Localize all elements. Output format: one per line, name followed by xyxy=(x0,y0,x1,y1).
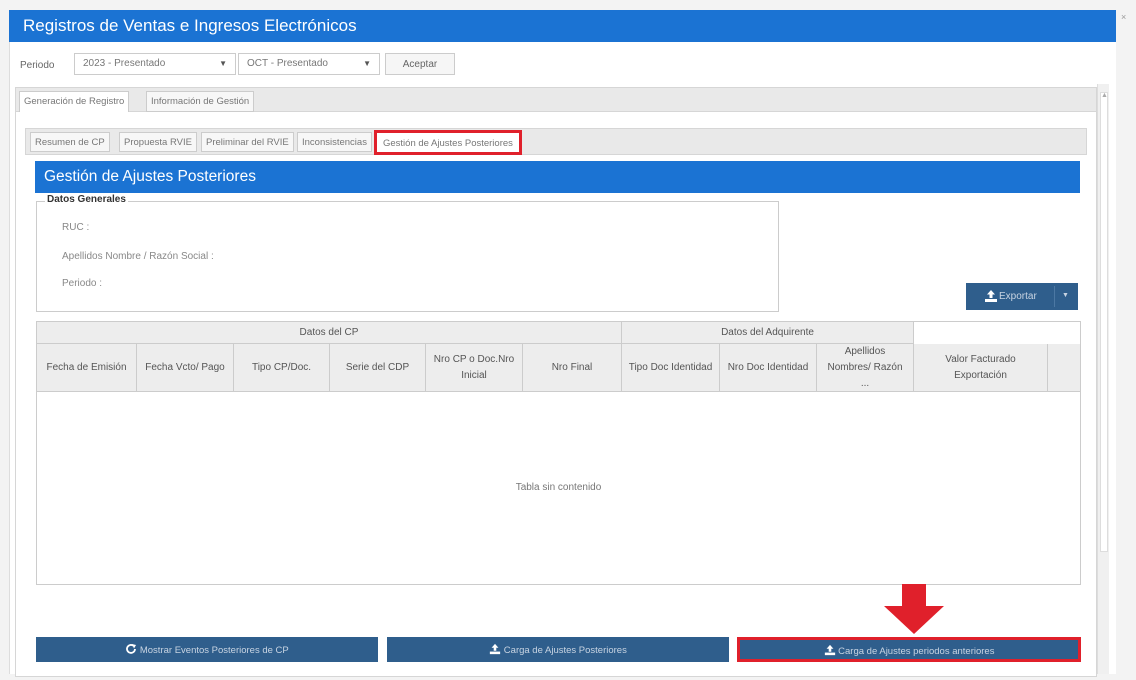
col-nro-final[interactable]: Nro Final xyxy=(523,344,622,392)
col-serie-cdp[interactable]: Serie del CDP xyxy=(330,344,426,392)
tab-propuesta-rvie[interactable]: Propuesta RVIE xyxy=(119,132,197,152)
tab-generacion-registro[interactable]: Generación de Registro xyxy=(19,91,130,112)
upload-icon xyxy=(985,290,997,302)
chevron-down-icon: ▼ xyxy=(219,59,227,68)
table-empty-message: Tabla sin contenido xyxy=(515,482,602,493)
datos-generales-legend: Datos Generales xyxy=(45,194,128,205)
carga-ajustes-anteriores-button[interactable]: Carga de Ajustes periodos anteriores xyxy=(737,637,1081,662)
upload-icon xyxy=(824,644,835,656)
chevron-down-icon: ▼ xyxy=(363,59,371,68)
group-datos-adquirente: Datos del Adquirente xyxy=(622,322,914,344)
upload-icon xyxy=(490,643,501,655)
col-tipo-doc-identidad[interactable]: Tipo Doc Identidad xyxy=(622,344,720,392)
export-label: Exportar xyxy=(999,291,1037,302)
razon-social-label: Apellidos Nombre / Razón Social : xyxy=(62,251,214,262)
year-select[interactable]: 2023 - Presentado ▼ xyxy=(74,53,236,75)
tab-preliminar-rvie[interactable]: Preliminar del RVIE xyxy=(201,132,294,152)
mostrar-eventos-button[interactable]: Mostrar Eventos Posteriores de CP xyxy=(36,637,378,662)
col-valor-facturado[interactable]: Valor Facturado Exportación xyxy=(914,344,1048,392)
close-icon[interactable]: × xyxy=(1121,12,1126,22)
tab-gestion-ajustes[interactable]: Gestión de Ajustes Posteriores xyxy=(374,130,522,155)
section-title: Gestión de Ajustes Posteriores xyxy=(44,168,256,185)
col-nro-cp[interactable]: Nro CP o Doc.Nro Inicial xyxy=(426,344,523,392)
app-frame: Registros de Ventas e Ingresos Electróni… xyxy=(0,0,1136,680)
carga-ajustes-anteriores-label: Carga de Ajustes periodos anteriores xyxy=(838,646,995,657)
results-table: Datos del CP Datos del Adquirente Fecha … xyxy=(36,321,1081,585)
col-apellidos-nombres[interactable]: Apellidos Nombres/ Razón ... xyxy=(817,344,914,392)
scroll-up-icon[interactable]: ▲ xyxy=(1101,92,1108,99)
periodo-label: Periodo xyxy=(20,60,55,71)
tab-informacion-gestion[interactable]: Información de Gestión xyxy=(146,91,255,112)
col-nro-doc-identidad[interactable]: Nro Doc Identidad xyxy=(720,344,817,392)
carga-ajustes-label: Carga de Ajustes Posteriores xyxy=(503,645,627,656)
mostrar-eventos-label: Mostrar Eventos Posteriores de CP xyxy=(139,645,289,656)
vertical-scrollbar[interactable] xyxy=(1097,84,1109,674)
table-header-row: Fecha de Emisión Fecha Vcto/ Pago Tipo C… xyxy=(37,344,1080,392)
year-select-value: 2023 - Presentado xyxy=(83,58,166,69)
tab-inconsistencias[interactable]: Inconsistencias xyxy=(297,132,372,152)
table-group-row: Datos del CP Datos del Adquirente xyxy=(37,322,914,344)
export-button[interactable]: Exportar ▼ xyxy=(966,283,1078,310)
refresh-icon xyxy=(126,644,137,654)
export-separator xyxy=(1054,286,1055,307)
group-datos-cp: Datos del CP xyxy=(37,322,622,344)
accept-button[interactable]: Aceptar xyxy=(385,53,455,75)
periodo-field-label: Periodo : xyxy=(62,278,103,289)
month-select-value: OCT - Presentado xyxy=(247,58,328,69)
ruc-label: RUC : xyxy=(62,222,90,233)
tab-resumen-cp[interactable]: Resumen de CP xyxy=(30,132,110,152)
window-titlebar: Registros de Ventas e Ingresos Electróni… xyxy=(9,10,1116,42)
window-title: Registros de Ventas e Ingresos Electróni… xyxy=(23,16,357,35)
carga-ajustes-button[interactable]: Carga de Ajustes Posteriores xyxy=(387,637,729,662)
section-header: Gestión de Ajustes Posteriores xyxy=(35,161,1080,193)
chevron-down-icon[interactable]: ▼ xyxy=(1062,292,1069,299)
scrollbar-thumb[interactable] xyxy=(1100,92,1108,552)
col-fecha-vcto[interactable]: Fecha Vcto/ Pago xyxy=(137,344,234,392)
down-arrow-icon xyxy=(884,584,944,634)
month-select[interactable]: OCT - Presentado ▼ xyxy=(238,53,380,75)
col-fecha-emision[interactable]: Fecha de Emisión xyxy=(37,344,137,392)
col-tipo-cp[interactable]: Tipo CP/Doc. xyxy=(234,344,330,392)
